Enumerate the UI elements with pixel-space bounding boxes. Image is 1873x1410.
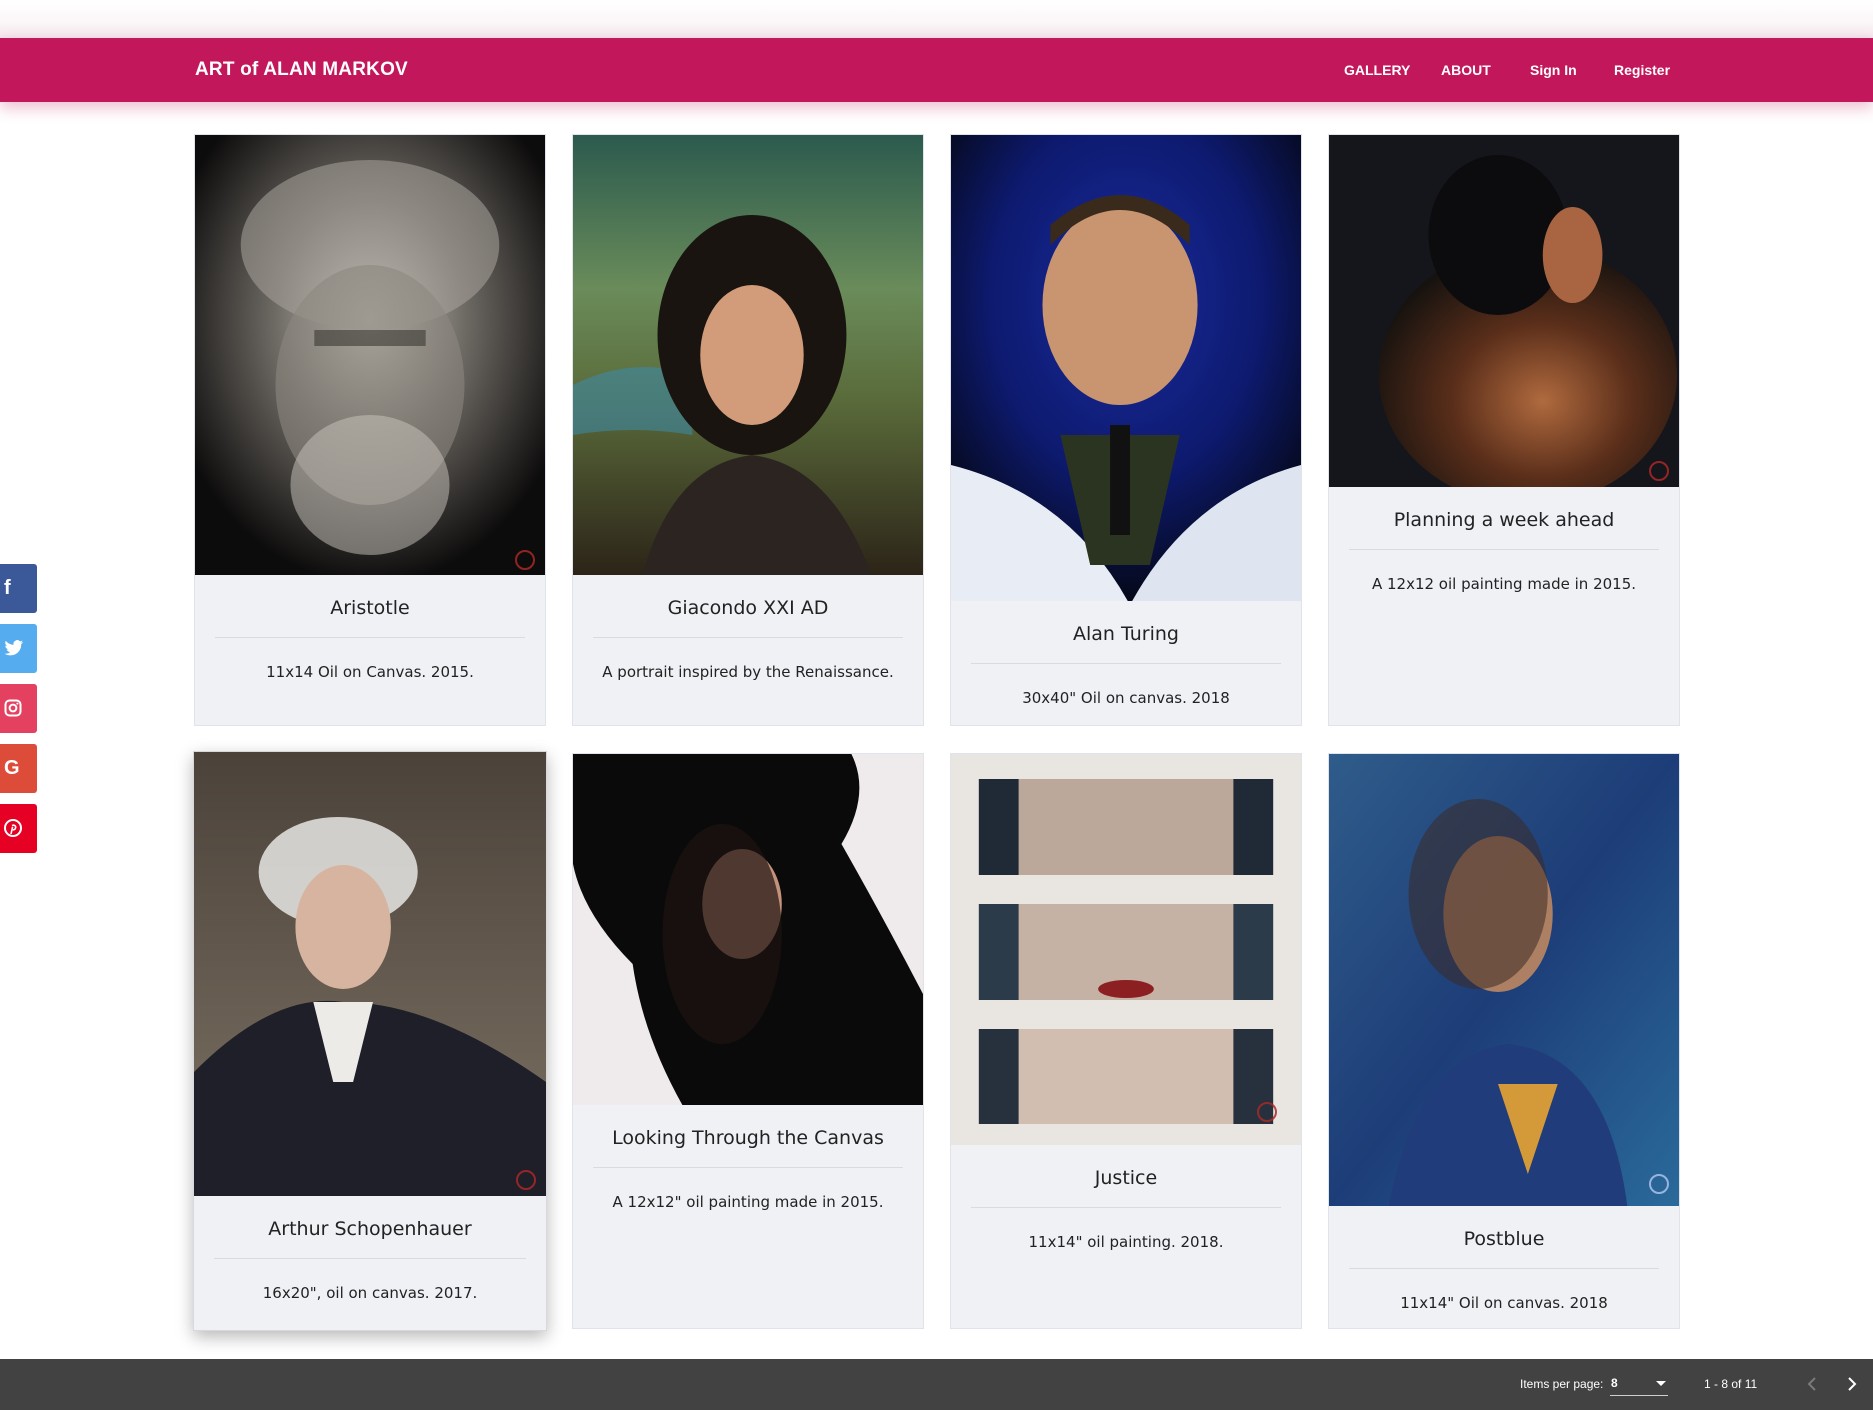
card-divider — [971, 663, 1281, 664]
painting-alan-turing-image[interactable] — [951, 135, 1301, 601]
gallery-card[interactable]: Giacondo XXI AD A portrait inspired by t… — [572, 134, 924, 726]
paginator: Items per page: 8 1 - 8 of 11 — [0, 1359, 1873, 1410]
painting-giacondo-image[interactable] — [573, 135, 923, 575]
facebook-share-button[interactable]: f — [0, 564, 37, 613]
card-divider — [971, 1207, 1281, 1208]
painting-arthur-schopenhauer-image[interactable] — [194, 752, 546, 1196]
gallery-card[interactable]: Postblue 11x14" Oil on canvas. 2018 — [1328, 753, 1680, 1329]
painting-title: Alan Turing — [1073, 623, 1179, 645]
painting-justice-image[interactable] — [951, 754, 1301, 1145]
nav-about-link[interactable]: ABOUT — [1441, 38, 1491, 102]
card-body: Postblue 11x14" Oil on canvas. 2018 — [1329, 1206, 1679, 1313]
google-icon: G — [4, 757, 20, 779]
pinterest-share-button[interactable] — [0, 804, 37, 853]
card-divider — [214, 1258, 526, 1259]
painting-planning-a-week-ahead-image[interactable] — [1329, 135, 1679, 487]
card-divider — [1349, 549, 1659, 550]
card-body: Planning a week ahead A 12x12 oil painti… — [1329, 487, 1679, 594]
painting-title: Postblue — [1463, 1228, 1545, 1250]
gallery-card[interactable]: Alan Turing 30x40" Oil on canvas. 2018 — [950, 134, 1302, 726]
chevron-left-icon — [1807, 1377, 1816, 1391]
painting-postblue-image[interactable] — [1329, 754, 1679, 1206]
chevron-right-icon — [1848, 1377, 1857, 1391]
card-divider — [593, 1167, 903, 1168]
painting-description: 11x14" oil painting. 2018. — [1028, 1233, 1224, 1251]
site-brand[interactable]: ART of ALAN MARKOV — [195, 38, 408, 102]
next-page-button[interactable] — [1837, 1369, 1867, 1399]
painting-title: Justice — [1094, 1167, 1158, 1189]
items-per-page-select[interactable]: 8 — [1610, 1373, 1668, 1396]
items-per-page-label: Items per page: — [1520, 1377, 1604, 1391]
nav-register-link[interactable]: Register — [1614, 38, 1670, 102]
instagram-icon — [4, 699, 22, 717]
nav-gallery-link[interactable]: GALLERY — [1344, 38, 1410, 102]
artist-signature-icon — [515, 550, 535, 570]
twitter-share-button[interactable] — [0, 624, 37, 673]
gallery-card[interactable]: Looking Through the Canvas A 12x12" oil … — [572, 753, 924, 1329]
painting-description: 11x14 Oil on Canvas. 2015. — [266, 663, 474, 681]
card-body: Aristotle 11x14 Oil on Canvas. 2015. — [195, 575, 545, 682]
painting-aristotle-image[interactable] — [195, 135, 545, 575]
twitter-icon — [4, 640, 23, 656]
card-divider — [593, 637, 903, 638]
card-body: Giacondo XXI AD A portrait inspired by t… — [573, 575, 923, 682]
card-body: Looking Through the Canvas A 12x12" oil … — [573, 1105, 923, 1212]
items-per-page-value: 8 — [1611, 1376, 1618, 1390]
top-navbar: ART of ALAN MARKOV GALLERY ABOUT Sign In… — [0, 38, 1873, 102]
google-share-button[interactable]: G — [0, 744, 37, 793]
painting-title: Looking Through the Canvas — [612, 1127, 884, 1149]
painting-description: 30x40" Oil on canvas. 2018 — [1022, 689, 1230, 707]
painting-description: A portrait inspired by the Renaissance. — [602, 663, 894, 681]
gallery-card[interactable]: Arthur Schopenhauer 16x20", oil on canva… — [193, 751, 547, 1331]
gallery-card[interactable]: Justice 11x14" oil painting. 2018. — [950, 753, 1302, 1329]
painting-title: Aristotle — [330, 597, 410, 619]
artist-signature-icon — [1649, 1174, 1669, 1194]
card-divider — [215, 637, 525, 638]
painting-description: 16x20", oil on canvas. 2017. — [262, 1284, 478, 1302]
instagram-share-button[interactable] — [0, 684, 37, 733]
artist-signature-icon — [516, 1170, 536, 1190]
pinterest-icon — [4, 819, 22, 837]
card-divider — [1349, 1268, 1659, 1269]
card-body: Alan Turing 30x40" Oil on canvas. 2018 — [951, 601, 1301, 708]
gallery-card[interactable]: Aristotle 11x14 Oil on Canvas. 2015. — [194, 134, 546, 726]
facebook-icon: f — [4, 577, 11, 599]
gallery-card[interactable]: Planning a week ahead A 12x12 oil painti… — [1328, 134, 1680, 726]
page-range-label: 1 - 8 of 11 — [1704, 1377, 1758, 1391]
artist-signature-icon — [1649, 461, 1669, 481]
browser-top-strip — [0, 0, 1873, 38]
artist-signature-icon — [1257, 1102, 1277, 1122]
nav-sign-in-link[interactable]: Sign In — [1530, 38, 1577, 102]
card-body: Arthur Schopenhauer 16x20", oil on canva… — [194, 1196, 546, 1303]
painting-looking-through-the-canvas-image[interactable] — [573, 754, 923, 1105]
card-body: Justice 11x14" oil painting. 2018. — [951, 1145, 1301, 1252]
painting-title: Arthur Schopenhauer — [268, 1218, 472, 1240]
painting-title: Giacondo XXI AD — [667, 597, 829, 619]
previous-page-button[interactable] — [1797, 1369, 1827, 1399]
painting-description: 11x14" Oil on canvas. 2018 — [1400, 1294, 1608, 1312]
painting-description: A 12x12 oil painting made in 2015. — [1371, 575, 1637, 593]
painting-description: A 12x12" oil painting made in 2015. — [612, 1193, 884, 1211]
dropdown-caret-icon — [1656, 1381, 1666, 1386]
painting-title: Planning a week ahead — [1393, 509, 1615, 531]
